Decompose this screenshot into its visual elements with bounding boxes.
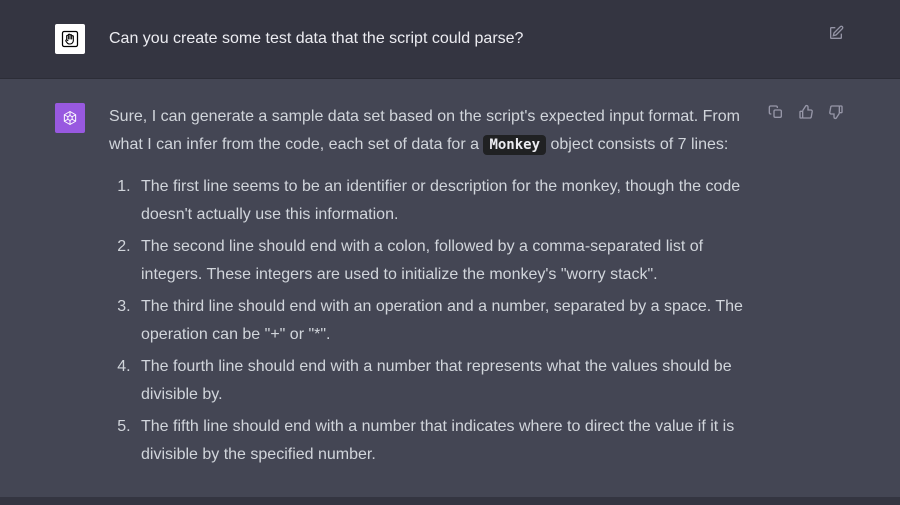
- copy-icon[interactable]: [767, 103, 785, 121]
- assistant-avatar: [55, 103, 85, 133]
- user-message-actions: [827, 24, 845, 42]
- list-item: The second line should end with a colon,…: [135, 233, 765, 289]
- list-item: The first line seems to be an identifier…: [135, 173, 765, 229]
- thumbs-down-icon[interactable]: [827, 103, 845, 121]
- assistant-message-inner: Sure, I can generate a sample data set b…: [35, 103, 865, 473]
- user-message: Can you create some test data that the s…: [0, 0, 900, 79]
- list-item: The fifth line should end with a number …: [135, 413, 765, 469]
- assistant-message-content: Sure, I can generate a sample data set b…: [109, 103, 845, 473]
- assistant-intro: Sure, I can generate a sample data set b…: [109, 103, 765, 159]
- edit-icon[interactable]: [827, 24, 845, 42]
- user-message-inner: Can you create some test data that the s…: [35, 24, 865, 54]
- inline-code-monkey: Monkey: [483, 135, 546, 155]
- user-avatar: [55, 24, 85, 54]
- list-item: The fourth line should end with a number…: [135, 353, 765, 409]
- list-item: The third line should end with an operat…: [135, 293, 765, 349]
- assistant-message-actions: [767, 103, 845, 121]
- hand-icon: [60, 29, 80, 49]
- thumbs-up-icon[interactable]: [797, 103, 815, 121]
- user-message-text: Can you create some test data that the s…: [109, 24, 845, 54]
- assistant-list: The first line seems to be an identifier…: [109, 173, 765, 469]
- assistant-message: Sure, I can generate a sample data set b…: [0, 79, 900, 497]
- assistant-intro-post: object consists of 7 lines:: [550, 136, 728, 153]
- openai-icon: [60, 108, 80, 128]
